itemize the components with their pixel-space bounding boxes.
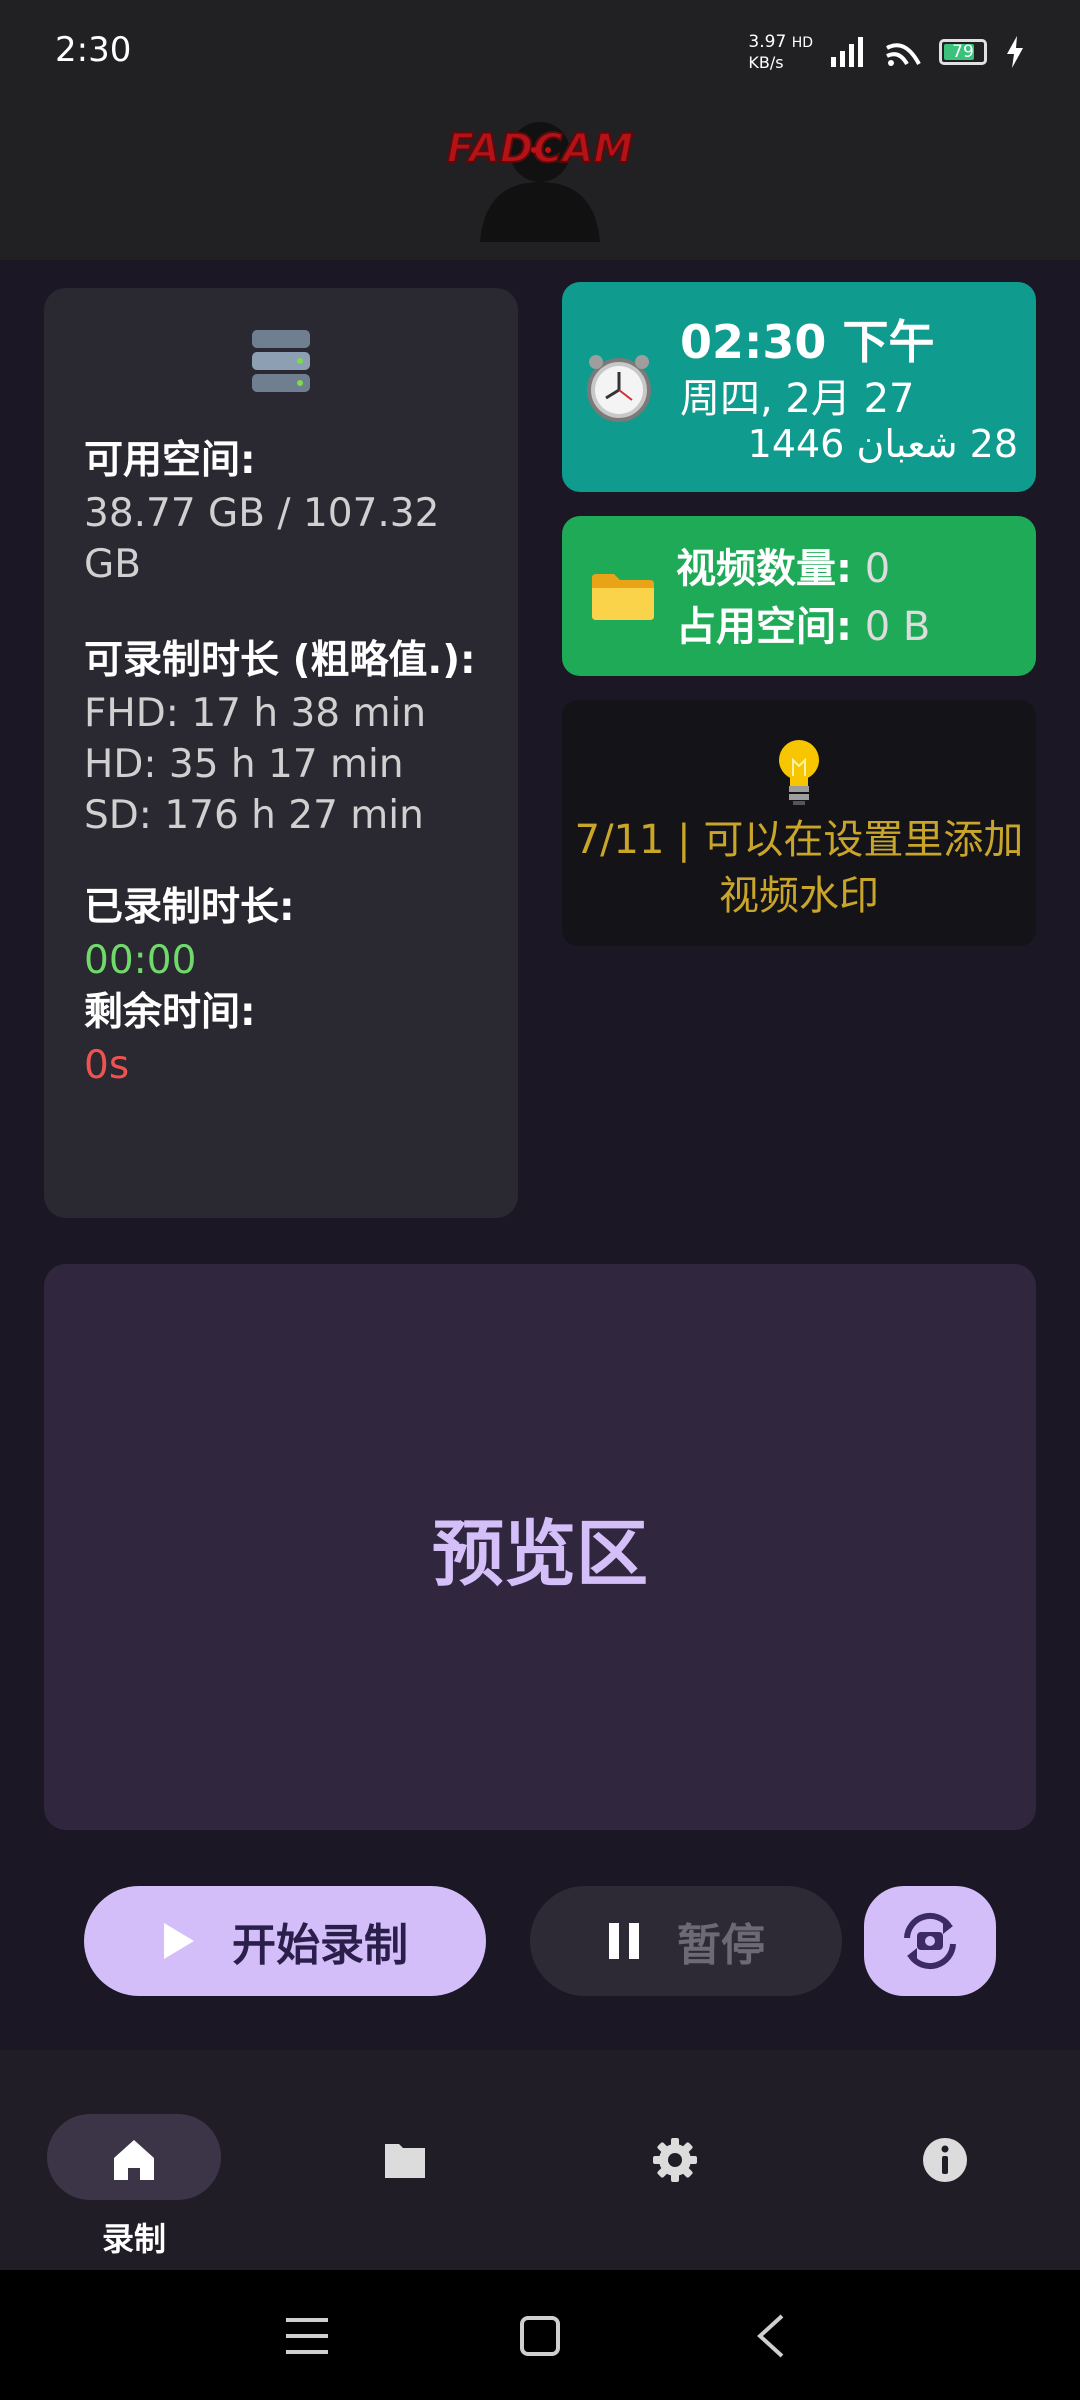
svg-text:FADCAM: FADCAM xyxy=(447,126,633,172)
hd-duration: HD: 35 h 17 min xyxy=(84,742,404,787)
switch-camera-icon xyxy=(904,1912,956,1970)
remaining-time-label: 剩余时间: xyxy=(84,990,256,1035)
storage-drive-icon xyxy=(252,330,310,392)
play-icon xyxy=(164,1923,194,1959)
fhd-duration: FHD: 17 h 38 min xyxy=(84,691,427,736)
battery-icon: 79 xyxy=(939,39,987,65)
status-bar: 2:30 3.97 HD KB/s 79 xyxy=(0,0,1080,100)
sd-duration: SD: 176 h 27 min xyxy=(84,793,424,838)
wifi-icon xyxy=(886,43,921,66)
folder-nav-icon xyxy=(385,2144,425,2178)
camera-preview-area[interactable]: 预览区 xyxy=(44,1264,1036,1830)
video-count-row: 视频数量: 0 xyxy=(676,544,890,594)
tip-text: 7/11 | 可以在设置里添加视频水印 xyxy=(574,817,1024,919)
recorded-duration-value: 00:00 xyxy=(84,938,197,983)
network-speed: 3.97 HD KB/s xyxy=(748,31,813,72)
app-header: FADCAM xyxy=(0,100,1080,260)
video-size-value: 0 B xyxy=(864,604,931,650)
pause-label: 暂停 xyxy=(677,1920,765,1971)
pause-button[interactable]: 暂停 xyxy=(530,1886,842,1996)
bottom-navigation: 录制 xyxy=(0,2050,1080,2270)
nav-item-files[interactable] xyxy=(315,2080,495,2240)
switch-camera-button[interactable] xyxy=(864,1886,996,1996)
video-size-row: 占用空间: 0 B xyxy=(676,602,930,652)
alarm-clock-icon xyxy=(587,355,651,422)
clock-date: 周四, 2月 27 xyxy=(680,376,915,422)
video-count-value: 0 xyxy=(864,546,891,592)
status-time: 2:30 xyxy=(55,30,132,70)
home-square-icon[interactable] xyxy=(520,2316,560,2356)
clock-time: 02:30 下午 xyxy=(680,315,935,369)
videos-summary-card[interactable]: 视频数量: 0 占用空间: 0 B xyxy=(562,516,1036,676)
home-icon xyxy=(114,2140,154,2180)
remaining-time-value: 0s xyxy=(84,1043,130,1088)
nav-label-record: 录制 xyxy=(101,2220,166,2258)
app-logo: FADCAM xyxy=(446,122,634,242)
video-size-label: 占用空间: xyxy=(676,604,852,650)
back-icon[interactable] xyxy=(756,2314,786,2358)
nav-item-about[interactable] xyxy=(855,2080,1035,2240)
preview-title: 预览区 xyxy=(431,1511,648,1596)
record-duration-label: 可录制时长 (粗略值.): xyxy=(84,638,476,683)
folder-icon xyxy=(592,574,654,620)
available-space-value: 38.77 GB / 107.32 GB xyxy=(84,491,440,587)
start-recording-label: 开始录制 xyxy=(232,1920,408,1971)
recorded-duration-label: 已录制时长: xyxy=(84,885,295,930)
video-count-label: 视频数量: xyxy=(676,546,852,592)
available-space-label: 可用空间: xyxy=(84,438,256,483)
gear-icon xyxy=(653,2138,697,2182)
pause-icon xyxy=(609,1923,639,1959)
info-icon xyxy=(923,2138,967,2182)
charging-icon xyxy=(1007,36,1023,68)
menu-icon[interactable] xyxy=(286,2316,328,2356)
system-navigation-bar xyxy=(0,2270,1080,2400)
lightbulb-icon xyxy=(779,740,819,805)
nav-item-settings[interactable] xyxy=(585,2080,765,2240)
signal-icon xyxy=(831,37,863,67)
status-icons: 3.97 HD KB/s 79 xyxy=(748,30,1025,74)
nav-item-record[interactable]: 录制 xyxy=(44,2080,224,2258)
start-recording-button[interactable]: 开始录制 xyxy=(84,1886,486,1996)
clock-hijri-date: 28 شعبان 1446 xyxy=(747,422,1018,466)
clock-card[interactable]: 02:30 下午 周四, 2月 27 28 شعبان 1446 xyxy=(562,282,1036,492)
tip-card[interactable]: 7/11 | 可以在设置里添加视频水印 xyxy=(562,700,1036,946)
storage-info-card: 可用空间: 38.77 GB / 107.32 GB 可录制时长 (粗略值.):… xyxy=(44,288,518,1218)
